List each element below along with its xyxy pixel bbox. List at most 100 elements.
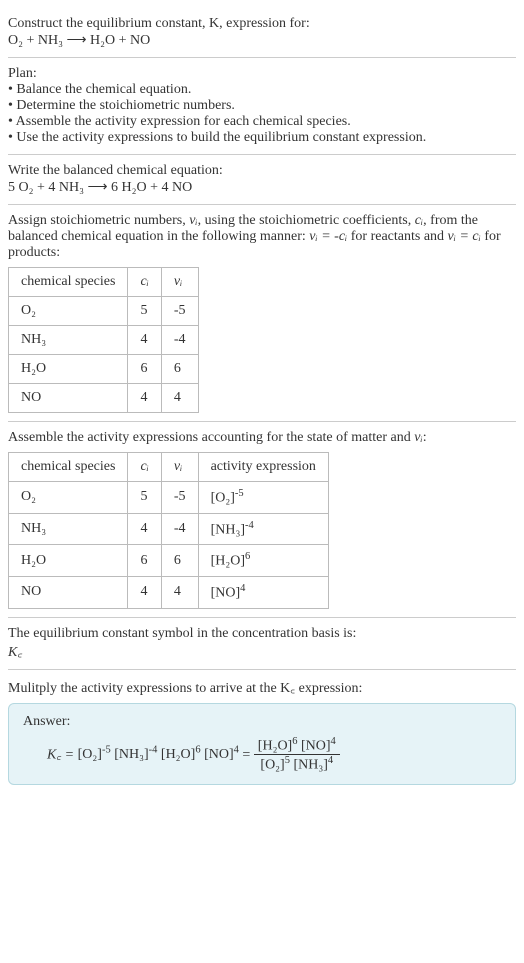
- activity-section: Assemble the activity expressions accoun…: [8, 422, 516, 618]
- cell-species: H₂O: [9, 545, 128, 577]
- c-i: cᵢ: [415, 213, 423, 228]
- cell-vi: -4: [161, 513, 198, 545]
- term-exp: 6: [195, 744, 200, 755]
- cell-ci: 5: [128, 297, 161, 326]
- cell-species: NO: [9, 576, 128, 608]
- plan-bullet-1: • Balance the chemical equation.: [8, 82, 516, 98]
- num-base: [H₂O]: [258, 738, 292, 753]
- term-base: [NH₃]: [114, 747, 148, 762]
- cell-ci: 5: [128, 482, 161, 514]
- cell-vi: 6: [161, 545, 198, 577]
- cell-species: NH₃: [9, 513, 128, 545]
- term-base: [H₂O]: [161, 747, 195, 762]
- rel-prod: νᵢ = cᵢ: [448, 229, 481, 244]
- col-ci: cᵢ: [128, 453, 161, 482]
- term-exp: 4: [234, 744, 239, 755]
- act-base: [NH₃]: [211, 522, 245, 537]
- act-base: [NO]: [211, 586, 241, 601]
- cell-activity: [H₂O]6: [198, 545, 328, 577]
- cell-vi: 4: [161, 576, 198, 608]
- plan-bullet-4: • Use the activity expressions to build …: [8, 130, 516, 146]
- answer-label: Answer:: [23, 714, 501, 730]
- cell-activity: [NH₃]-4: [198, 513, 328, 545]
- cell-species: NH₃: [9, 326, 128, 355]
- cell-vi: -4: [161, 326, 198, 355]
- activity-intro: Assemble the activity expressions accoun…: [8, 430, 516, 446]
- term-h2o: [H₂O]6: [161, 747, 201, 762]
- col-activity: activity expression: [198, 453, 328, 482]
- kc-symbol-line: The equilibrium constant symbol in the c…: [8, 626, 516, 642]
- term-base: [NO]: [204, 747, 234, 762]
- plan-title: Plan:: [8, 66, 516, 82]
- balanced-title: Write the balanced chemical equation:: [8, 163, 516, 179]
- table-header-row: chemical species cᵢ νᵢ: [9, 268, 199, 297]
- num-exp: 6: [292, 736, 297, 747]
- activity-intro-a: Assemble the activity expressions accoun…: [8, 430, 414, 445]
- col-vi: νᵢ: [161, 453, 198, 482]
- balanced-equation: 5 O₂ + 4 NH₃ ⟶ 6 H₂O + 4 NO: [8, 179, 516, 196]
- cell-vi: -5: [161, 482, 198, 514]
- stoich-table: chemical species cᵢ νᵢ O₂ 5 -5 NH₃ 4 -4 …: [8, 267, 199, 413]
- cell-species: O₂: [9, 297, 128, 326]
- answer-section: Mulitply the activity expressions to arr…: [8, 670, 516, 793]
- table-row: NO 4 4 [NO]4: [9, 576, 329, 608]
- term-exp: -5: [102, 744, 111, 755]
- stoich-intro-b: , using the stoichiometric coefficients,: [198, 213, 415, 228]
- fraction-denominator: [O₂]5 [NH₃]4: [254, 755, 340, 774]
- num-base: [NO]: [301, 738, 331, 753]
- table-row: O₂ 5 -5 [O₂]-5: [9, 482, 329, 514]
- den-exp: 5: [285, 755, 290, 766]
- cell-ci: 4: [128, 513, 161, 545]
- col-species: chemical species: [9, 268, 128, 297]
- den-base: [NH₃]: [293, 758, 327, 773]
- answer-box: Answer: K꜀ = [O₂]-5 [NH₃]-4 [H₂O]6 [NO]4…: [8, 703, 516, 785]
- cell-species: NO: [9, 384, 128, 413]
- kc-symbol: K꜀: [8, 642, 516, 661]
- act-exp: 6: [245, 551, 250, 562]
- cell-species: O₂: [9, 482, 128, 514]
- cell-vi: 4: [161, 384, 198, 413]
- col-species: chemical species: [9, 453, 128, 482]
- den-base: [O₂]: [260, 758, 284, 773]
- plan-bullet-3: • Assemble the activity expression for e…: [8, 114, 516, 130]
- table-row: NO 4 4: [9, 384, 199, 413]
- table-row: H₂O 6 6 [H₂O]6: [9, 545, 329, 577]
- stoich-intro-d: for reactants and: [347, 229, 447, 244]
- cell-ci: 6: [128, 355, 161, 384]
- act-exp: -5: [235, 488, 244, 499]
- kc-fraction: [H₂O]6 [NO]4 [O₂]5 [NH₃]4: [254, 736, 340, 774]
- activity-table: chemical species cᵢ νᵢ activity expressi…: [8, 452, 329, 609]
- act-exp: -4: [245, 520, 254, 531]
- rel-react: νᵢ = -cᵢ: [309, 229, 347, 244]
- act-exp: 4: [240, 583, 245, 594]
- num-exp: 4: [331, 736, 336, 747]
- stoich-section: Assign stoichiometric numbers, νᵢ, using…: [8, 205, 516, 422]
- fraction-numerator: [H₂O]6 [NO]4: [254, 736, 340, 756]
- equals: =: [242, 747, 253, 762]
- term-base: [O₂]: [78, 747, 102, 762]
- plan-bullet-2: • Determine the stoichiometric numbers.: [8, 98, 516, 114]
- cell-ci: 6: [128, 545, 161, 577]
- stoich-intro: Assign stoichiometric numbers, νᵢ, using…: [8, 213, 516, 261]
- activity-intro-b: :: [423, 430, 427, 445]
- plan-section: Plan: • Balance the chemical equation. •…: [8, 58, 516, 155]
- cell-species: H₂O: [9, 355, 128, 384]
- kc-lhs: K꜀ =: [47, 747, 78, 762]
- den-exp: 4: [328, 755, 333, 766]
- term-nh3: [NH₃]-4: [114, 747, 157, 762]
- prompt-text: Construct the equilibrium constant, K, e…: [8, 16, 310, 31]
- term-exp: -4: [149, 744, 158, 755]
- unbalanced-equation: O₂ + NH₃ ⟶ H₂O + NO: [8, 32, 516, 49]
- act-base: [O₂]: [211, 491, 235, 506]
- multiply-line: Mulitply the activity expressions to arr…: [8, 678, 516, 697]
- cell-ci: 4: [128, 326, 161, 355]
- balanced-section: Write the balanced chemical equation: 5 …: [8, 155, 516, 205]
- prompt-line: Construct the equilibrium constant, K, e…: [8, 16, 516, 32]
- table-header-row: chemical species cᵢ νᵢ activity expressi…: [9, 453, 329, 482]
- kc-symbol-section: The equilibrium constant symbol in the c…: [8, 618, 516, 670]
- col-vi: νᵢ: [161, 268, 198, 297]
- table-row: NH₃ 4 -4 [NH₃]-4: [9, 513, 329, 545]
- table-row: NH₃ 4 -4: [9, 326, 199, 355]
- col-ci: cᵢ: [128, 268, 161, 297]
- cell-vi: 6: [161, 355, 198, 384]
